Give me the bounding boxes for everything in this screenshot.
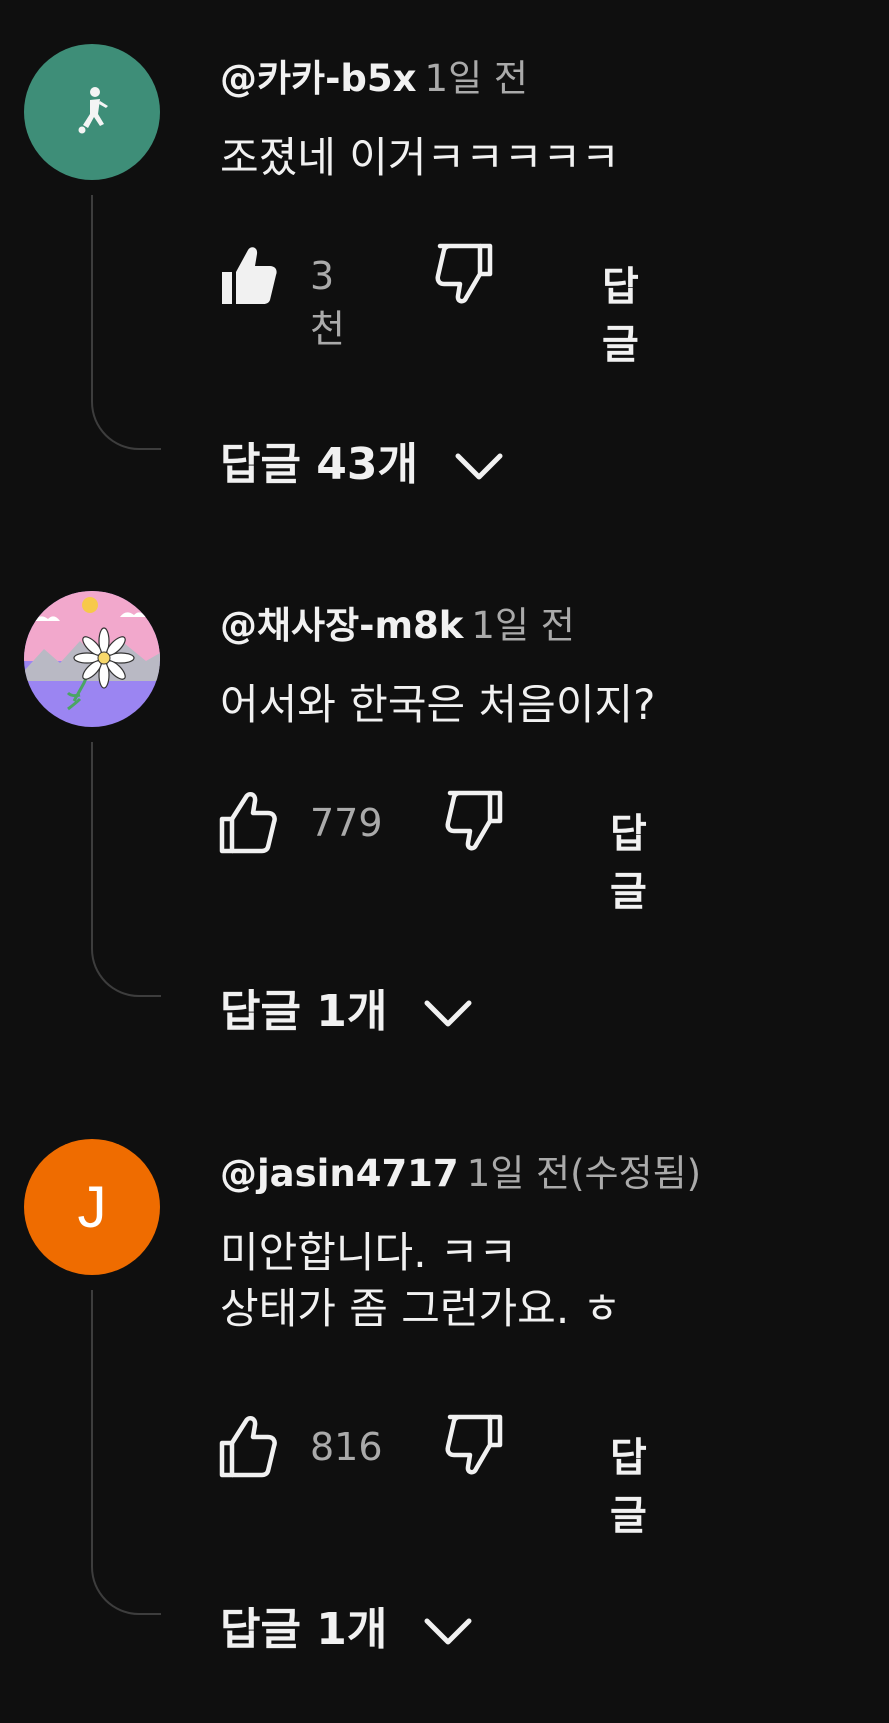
thumbs-down-icon[interactable] <box>444 1413 504 1479</box>
author-name[interactable]: @채사장-m8k <box>220 604 463 647</box>
view-replies-button[interactable]: 답글 1개 <box>220 1593 473 1657</box>
view-replies-button[interactable]: 답글 43개 <box>220 428 504 492</box>
thread-line <box>91 195 161 450</box>
replies-count-label: 답글 43개 <box>220 439 418 490</box>
thread-line <box>91 1290 161 1615</box>
edelweiss-flower-icon <box>24 591 160 727</box>
view-replies-button[interactable]: 답글 1개 <box>220 975 473 1039</box>
like-count: 816 <box>310 1425 383 1469</box>
chevron-down-icon <box>424 1000 472 1027</box>
comment-text-line: 미안합니다. ㅋㅋ <box>220 1228 518 1277</box>
comment-text: 어서와 한국은 처음이지? <box>220 677 655 733</box>
author-name[interactable]: @jasin4717 <box>220 1152 459 1195</box>
thread-line <box>91 742 161 997</box>
comment-text: 조졌네 이거ㅋㅋㅋㅋㅋ <box>220 130 620 186</box>
replies-count-label: 답글 1개 <box>220 1604 388 1655</box>
author-name[interactable]: @카카-b5x <box>220 57 417 100</box>
avatar[interactable] <box>24 44 160 180</box>
comment-time: 1일 전 <box>471 604 575 647</box>
chevron-down-icon <box>455 453 503 480</box>
like-count: 779 <box>310 801 383 845</box>
comment-time: 1일 전 <box>424 57 528 100</box>
thumbs-down-icon[interactable] <box>434 242 494 308</box>
comment-meta: @카카-b5x 1일 전 <box>220 48 528 102</box>
reply-button[interactable]: 답글 <box>610 801 647 917</box>
avatar[interactable]: J <box>24 1139 160 1275</box>
avatar-letter: J <box>77 1174 107 1240</box>
comment-text-line: 어서와 한국은 처음이지? <box>220 680 656 729</box>
reply-button[interactable]: 답글 <box>610 1425 647 1541</box>
comment-text-line: 상태가 좀 그런가요. ㅎ <box>220 1284 622 1333</box>
comment-text-line: 조졌네 이거ㅋㅋㅋㅋㅋ <box>220 133 620 182</box>
chevron-down-icon <box>424 1618 472 1645</box>
thumbs-up-icon[interactable] <box>218 789 278 855</box>
thumbs-up-filled-icon[interactable] <box>218 242 278 308</box>
reply-button[interactable]: 답글 <box>602 254 639 370</box>
comment-meta: @채사장-m8k 1일 전 <box>220 595 575 649</box>
comment-time: 1일 전(수정됨) <box>466 1152 702 1195</box>
thumbs-down-icon[interactable] <box>444 789 504 855</box>
soccer-player-icon <box>24 44 160 180</box>
like-count: 3천 <box>310 254 345 351</box>
comment-text: 미안합니다. ㅋㅋ 상태가 좀 그런가요. ㅎ <box>220 1225 621 1337</box>
avatar[interactable] <box>24 591 160 727</box>
replies-count-label: 답글 1개 <box>220 986 388 1037</box>
thumbs-up-icon[interactable] <box>218 1413 278 1479</box>
comment-meta: @jasin4717 1일 전(수정됨) <box>220 1143 701 1197</box>
